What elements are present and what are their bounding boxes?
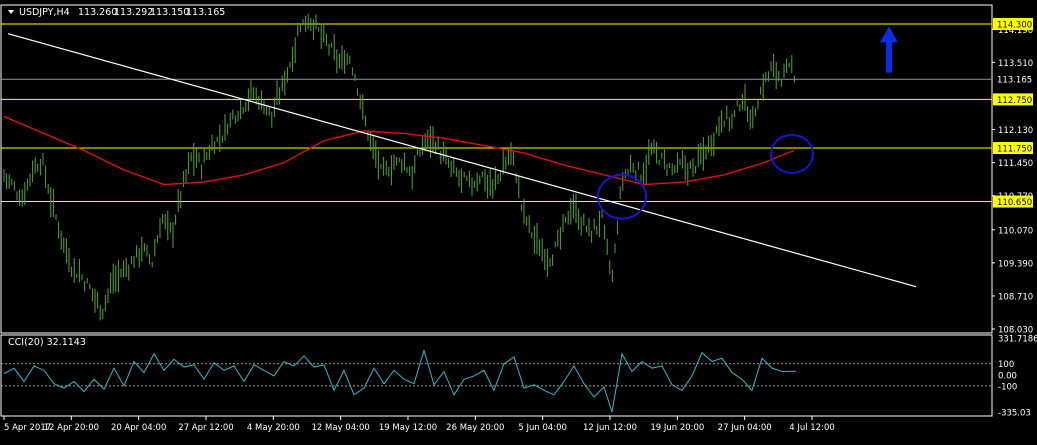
x-tick-label: 12 Apr 20:00	[44, 423, 99, 433]
close-value: 113.165	[186, 7, 225, 18]
level-price-label: 110.650	[997, 198, 1032, 208]
high-value: 113.292	[114, 7, 153, 18]
cci-y-tick-label: 331.7186	[998, 335, 1037, 345]
x-tick-label: 26 May 20:00	[446, 423, 504, 433]
x-tick-label: 27 Apr 12:00	[178, 423, 233, 433]
x-tick-label: 12 May 04:00	[312, 423, 370, 433]
cci-y-tick-label: -335.03	[998, 409, 1031, 419]
y-tick-label: 108.710	[998, 292, 1033, 302]
x-tick-label: 19 Jun 20:00	[650, 423, 704, 433]
cci-y-tick-label: 100	[998, 360, 1014, 370]
level-price-label: 111.750	[997, 145, 1032, 155]
symbol-label: USDJPY,H4	[19, 7, 70, 18]
x-tick-label: 27 Jun 04:00	[718, 423, 772, 433]
up-arrow-shaft	[886, 40, 892, 73]
chart-header: USDJPY,H4 113.260 113.292 113.150 113.16…	[8, 7, 225, 18]
cci-title: CCI(20) 32.1143	[8, 337, 86, 348]
current-price-label: 113.165	[997, 76, 1032, 86]
level-price-label: 112.750	[997, 96, 1032, 106]
cci-y-tick-label: 0.00	[998, 371, 1017, 381]
y-tick-label: 109.390	[998, 259, 1033, 269]
low-value: 113.150	[150, 7, 189, 18]
chart-canvas[interactable]: 114.190113.510112.130111.450110.770110.0…	[0, 0, 1037, 441]
y-tick-label: 111.450	[998, 159, 1033, 169]
chart-background	[0, 0, 1037, 441]
cci-y-tick-label: -100	[998, 382, 1017, 392]
y-tick-label: 112.130	[998, 126, 1033, 136]
x-tick-label: 19 May 12:00	[379, 423, 437, 433]
y-tick-label: 113.510	[998, 59, 1033, 69]
y-tick-label: 110.070	[998, 226, 1033, 236]
x-tick-label: 5 Jun 04:00	[518, 423, 567, 433]
x-tick-label: 20 Apr 04:00	[111, 423, 166, 433]
x-tick-label: 4 May 20:00	[247, 423, 300, 433]
open-value: 113.260	[78, 7, 117, 18]
usdjpy-chart[interactable]: 114.190113.510112.130111.450110.770110.0…	[0, 0, 1037, 441]
x-tick-label: 12 Jun 12:00	[583, 423, 637, 433]
x-tick-label: 4 Jul 12:00	[789, 423, 835, 433]
level-price-label: 114.300	[997, 21, 1032, 31]
